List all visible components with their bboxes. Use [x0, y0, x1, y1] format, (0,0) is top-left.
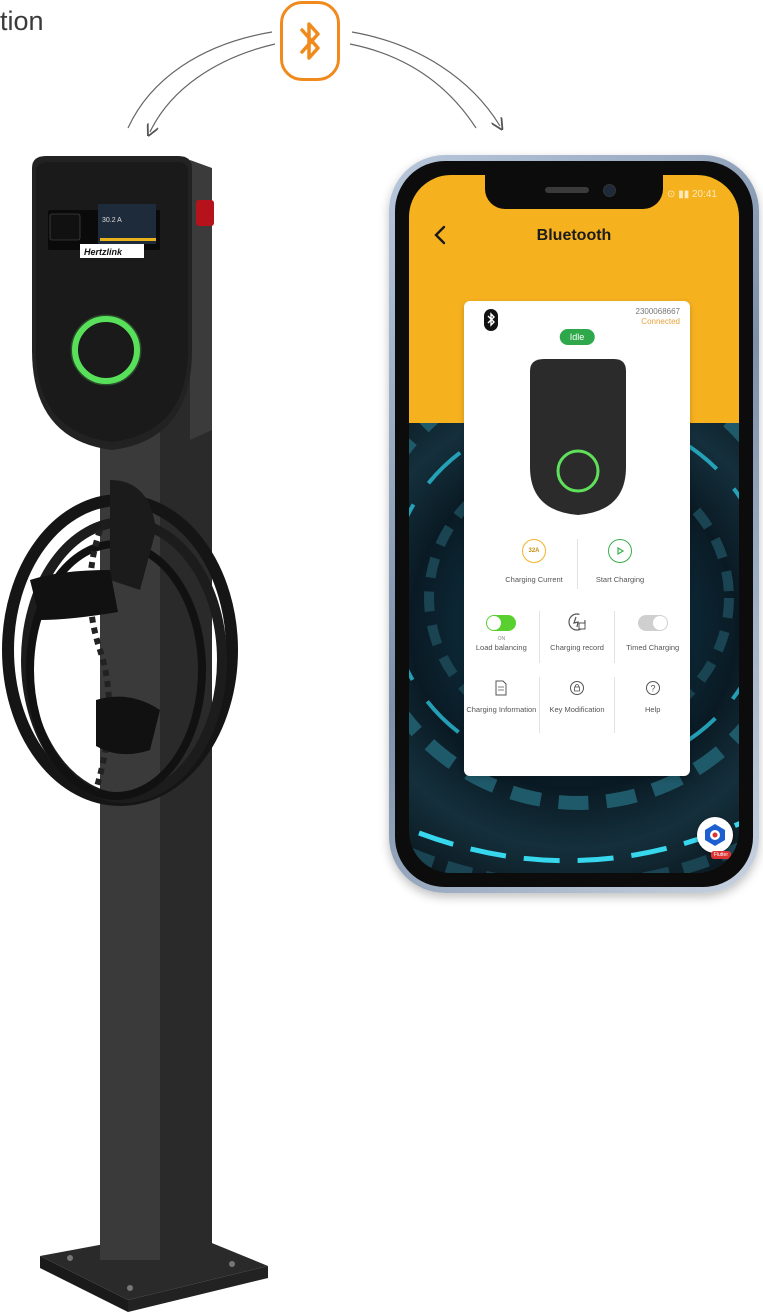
primary-actions: 32A Charging Current Start Charging	[464, 539, 690, 589]
phone-screen: ⊙ ▮▮ 20:41 Bluetooth 2300068667 Connecte…	[409, 175, 739, 873]
timed-charging-label: Timed Charging	[626, 643, 680, 652]
key-modification-label: Key Modification	[549, 705, 605, 714]
smartphone: ⊙ ▮▮ 20:41 Bluetooth 2300068667 Connecte…	[389, 155, 759, 893]
start-charging-button[interactable]: Start Charging	[578, 539, 663, 589]
bluetooth-icon	[300, 22, 320, 60]
charging-information-button[interactable]: Charging Information	[464, 677, 539, 733]
play-icon	[608, 539, 632, 563]
flutter-badge[interactable]	[697, 817, 733, 853]
svg-text:?: ?	[650, 684, 655, 694]
device-serial: 2300068667 Connected	[636, 307, 681, 327]
charger-brand: Hertzlink	[84, 247, 123, 257]
question-icon: ?	[642, 677, 664, 699]
charging-information-label: Charging Information	[466, 705, 537, 714]
key-modification-button[interactable]: Key Modification	[540, 677, 615, 733]
help-button[interactable]: ? Help	[615, 677, 690, 733]
load-balancing-toggle[interactable]: ON Load balancing	[464, 611, 539, 663]
help-label: Help	[644, 705, 661, 714]
lock-icon	[566, 677, 588, 699]
charger-display-reading: 30.2 A	[102, 217, 122, 224]
page-title: Bluetooth	[536, 227, 612, 244]
current-icon: 32A	[522, 539, 546, 563]
serial-number: 2300068667	[635, 307, 681, 316]
connection-arrows	[127, 31, 763, 160]
charger-card: 2300068667 Connected Idle 32A Charging C…	[464, 301, 690, 776]
charging-current-button[interactable]: 32A Charging Current	[492, 539, 577, 589]
charging-record-icon	[566, 611, 588, 633]
secondary-actions: ON Load balancing Charging record Timed …	[464, 611, 690, 663]
timed-charging-toggle[interactable]: Timed Charging	[615, 611, 690, 663]
timed-charging-switch[interactable]	[637, 615, 668, 631]
flutter-logo-icon	[705, 824, 725, 846]
start-charging-label: Start Charging	[595, 575, 645, 584]
flutter-badge-label: Flutter	[710, 851, 731, 859]
bluetooth-badge	[280, 1, 340, 81]
charging-record-button[interactable]: Charging record	[540, 611, 615, 663]
connection-status: Connected	[641, 317, 680, 326]
status-bar: ⊙ ▮▮ 20:41	[667, 189, 717, 200]
phone-notch	[485, 175, 663, 209]
document-icon	[490, 677, 512, 699]
charging-record-label: Charging record	[550, 643, 604, 652]
bluetooth-status-icon	[484, 309, 498, 331]
ev-charger-illustration: 30.2 A Hertzlink	[2, 156, 268, 1312]
load-balancing-switch[interactable]	[486, 615, 517, 631]
load-balancing-label: Load balancing	[475, 643, 527, 652]
menu-actions: Charging Information Key Modification ?	[464, 677, 690, 733]
status-badge: Idle	[559, 329, 595, 345]
load-balancing-state: ON	[497, 636, 506, 642]
charger-thumbnail	[530, 359, 626, 515]
charging-current-label: Charging Current	[505, 575, 563, 584]
